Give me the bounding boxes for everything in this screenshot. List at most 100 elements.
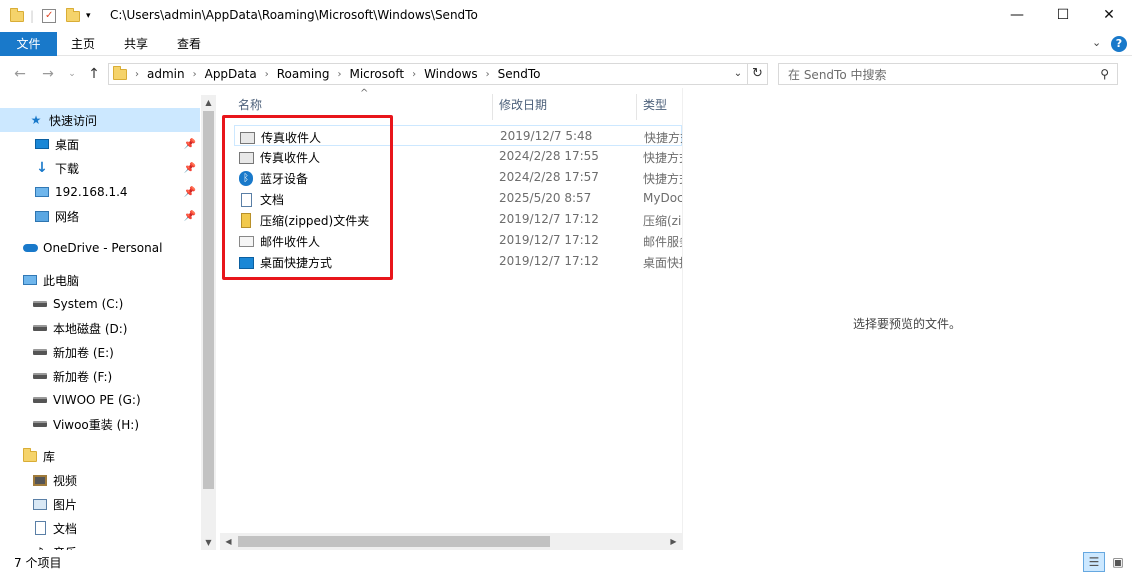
breadcrumb-roaming[interactable]: Roaming: [277, 67, 330, 81]
nav-drive-g[interactable]: VIWOO PE (G:): [0, 388, 200, 412]
expand-ribbon-icon[interactable]: ⌄: [1092, 36, 1101, 49]
drive-icon: [32, 416, 48, 432]
tab-home[interactable]: 主页: [57, 32, 109, 56]
nav-label: 视频: [53, 473, 78, 488]
scroll-thumb[interactable]: [203, 111, 214, 489]
pin-icon[interactable]: 📌: [184, 211, 196, 222]
search-icon[interactable]: ⚲: [1100, 67, 1109, 81]
recent-locations-chevron-icon[interactable]: ⌄: [62, 64, 82, 84]
document-icon: [32, 520, 48, 536]
scroll-left-icon[interactable]: ◀: [220, 533, 237, 550]
back-arrow-icon[interactable]: ←: [10, 64, 30, 84]
chevron-right-icon[interactable]: ›: [193, 69, 197, 80]
nav-label: OneDrive - Personal: [43, 241, 163, 255]
drive-icon: [32, 344, 48, 360]
nav-label: 新加卷 (E:): [53, 345, 114, 360]
computer-icon: [22, 272, 38, 288]
scroll-thumb[interactable]: [238, 536, 550, 547]
nav-label: 192.168.1.4: [55, 185, 128, 199]
folder-icon: [10, 6, 24, 26]
properties-icon[interactable]: ✓: [42, 6, 56, 26]
file-date: 2019/12/7 17:12: [499, 254, 599, 268]
column-divider[interactable]: [636, 94, 637, 120]
nav-item-downloads[interactable]: ↓ 下载 📌: [0, 156, 200, 180]
nav-this-pc[interactable]: 此电脑: [0, 268, 200, 292]
nav-library-pictures[interactable]: 图片: [0, 492, 200, 516]
file-type: 快捷方式: [644, 131, 683, 145]
minimize-button[interactable]: —: [994, 0, 1040, 30]
file-type: 邮件服务: [643, 235, 682, 249]
nav-drive-c[interactable]: System (C:): [0, 292, 200, 316]
refresh-icon[interactable]: ↻: [748, 63, 768, 85]
drive-icon: [32, 296, 48, 312]
nav-library-documents[interactable]: 文档: [0, 516, 200, 540]
scroll-down-icon[interactable]: ▼: [201, 535, 216, 550]
large-icons-view-icon[interactable]: ▣: [1107, 552, 1129, 572]
file-date: 2024/2/28 17:57: [499, 170, 599, 184]
nav-library-music[interactable]: ♪ 音乐: [0, 540, 200, 550]
scroll-right-icon[interactable]: ▶: [665, 533, 682, 550]
pin-icon[interactable]: 📌: [184, 139, 196, 150]
download-arrow-icon: ↓: [36, 160, 48, 176]
nav-label: 下载: [55, 161, 80, 176]
scroll-up-icon[interactable]: ▲: [201, 95, 216, 110]
nav-item-desktop[interactable]: 桌面 📌: [0, 132, 200, 156]
nav-library-videos[interactable]: 视频: [0, 468, 200, 492]
customize-quick-access-icon[interactable]: ▾: [86, 6, 91, 26]
desktop-icon: [34, 136, 50, 152]
library-folder-icon: [22, 447, 38, 464]
video-icon: [32, 472, 48, 488]
chevron-right-icon[interactable]: ›: [135, 69, 139, 80]
new-folder-icon[interactable]: [66, 6, 80, 26]
pin-icon[interactable]: 📌: [184, 187, 196, 198]
breadcrumb-appdata[interactable]: AppData: [205, 67, 257, 81]
chevron-right-icon[interactable]: ›: [412, 69, 416, 80]
preview-divider[interactable]: [682, 88, 683, 550]
nav-drive-f[interactable]: 新加卷 (F:): [0, 364, 200, 388]
star-icon: ★: [30, 113, 42, 127]
pin-icon[interactable]: 📌: [184, 163, 196, 174]
picture-icon: [32, 496, 48, 512]
search-placeholder: 在 SendTo 中搜索: [788, 67, 887, 82]
chevron-right-icon[interactable]: ›: [337, 69, 341, 80]
tab-file[interactable]: 文件: [0, 32, 57, 56]
breadcrumb-microsoft[interactable]: Microsoft: [349, 67, 404, 81]
chevron-right-icon[interactable]: ›: [486, 69, 490, 80]
nav-onedrive[interactable]: OneDrive - Personal: [0, 236, 200, 260]
nav-pane-scrollbar[interactable]: ▲ ▼: [201, 95, 216, 550]
chevron-right-icon[interactable]: ›: [265, 69, 269, 80]
details-view-icon[interactable]: ☰: [1083, 552, 1105, 572]
nav-label: 桌面: [55, 137, 80, 152]
help-icon[interactable]: ?: [1111, 36, 1127, 52]
navigation-pane: ★ 快速访问 桌面 📌 ↓ 下载 📌 192.168.1.4 📌 网络 📌 On…: [0, 95, 216, 550]
column-divider[interactable]: [492, 94, 493, 120]
nav-quick-access[interactable]: ★ 快速访问: [0, 108, 200, 132]
up-arrow-icon[interactable]: ↑: [84, 64, 104, 84]
close-button[interactable]: ✕: [1086, 0, 1132, 30]
breadcrumb-admin[interactable]: admin: [147, 67, 185, 81]
nav-drive-h[interactable]: Viwoo重装 (H:): [0, 412, 200, 436]
computer-icon: [34, 184, 50, 200]
column-header-type[interactable]: 类型: [643, 88, 667, 120]
tab-view[interactable]: 查看: [163, 32, 215, 56]
nav-item-network-computer[interactable]: 192.168.1.4 📌: [0, 180, 200, 204]
file-list-scrollbar[interactable]: ◀ ▶: [220, 533, 682, 550]
nav-drive-d[interactable]: 本地磁盘 (D:): [0, 316, 200, 340]
file-date: 2019/12/7 17:12: [499, 233, 599, 247]
network-icon: [34, 208, 50, 224]
sort-ascending-icon: ^: [360, 88, 369, 99]
column-header-date[interactable]: 修改日期: [499, 88, 547, 120]
breadcrumb-windows[interactable]: Windows: [424, 67, 478, 81]
address-bar[interactable]: › admin › AppData › Roaming › Microsoft …: [108, 63, 748, 85]
nav-label: System (C:): [53, 297, 124, 311]
nav-item-network[interactable]: 网络 📌: [0, 204, 200, 228]
nav-library[interactable]: 库: [0, 444, 200, 468]
maximize-button[interactable]: ☐: [1040, 0, 1086, 30]
forward-arrow-icon[interactable]: →: [38, 64, 58, 84]
address-dropdown-icon[interactable]: ⌄: [729, 64, 747, 84]
search-input[interactable]: 在 SendTo 中搜索 ⚲: [778, 63, 1118, 85]
breadcrumb-sendto[interactable]: SendTo: [498, 67, 541, 81]
tab-share[interactable]: 共享: [109, 32, 163, 56]
nav-drive-e[interactable]: 新加卷 (E:): [0, 340, 200, 364]
separator: |: [30, 9, 35, 23]
